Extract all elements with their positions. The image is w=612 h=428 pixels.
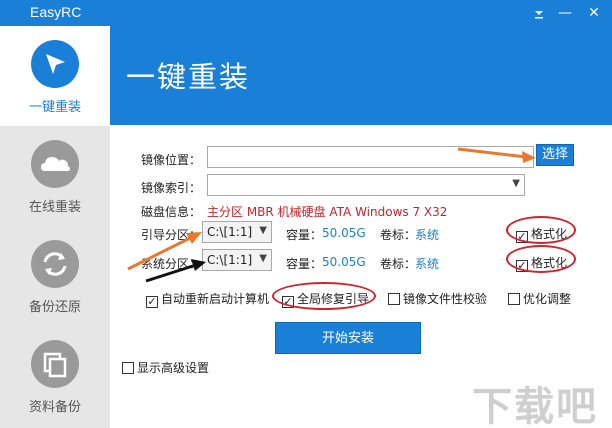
title-bar: EasyRC — ✕ [0,0,612,26]
sidebar-item-data-backup[interactable]: 资料备份 [0,326,110,426]
copy-icon [31,340,79,388]
sidebar-item-online-reinstall[interactable]: 在线重装 [0,126,110,226]
sidebar-item-label: 备份还原 [28,300,81,315]
sidebar-item-label: 一键重装 [28,100,81,115]
sidebar-item-label: 在线重装 [28,200,81,215]
cloud-icon [31,140,79,188]
app-title: EasyRC [30,4,82,20]
page-title: 一键重装 [126,60,251,94]
sidebar-item-one-click-reinstall[interactable]: 一键重装 [0,26,110,126]
watermark: 下载吧 [472,384,598,428]
black-arrow-icon [145,259,206,283]
minimize-button[interactable]: — [554,2,576,24]
orange-arrow-icon [457,147,536,163]
sidebar: 一键重装 在线重装 备份还原 资料备份 [0,26,110,428]
pin-icon[interactable] [528,2,550,24]
refresh-icon [31,240,79,288]
sidebar-item-backup-restore[interactable]: 备份还原 [0,226,110,326]
cursor-arrow-icon [31,40,79,88]
orange-arrow-icon [127,232,202,271]
sidebar-item-label: 资料备份 [28,400,81,415]
close-button[interactable]: ✕ [583,2,605,24]
